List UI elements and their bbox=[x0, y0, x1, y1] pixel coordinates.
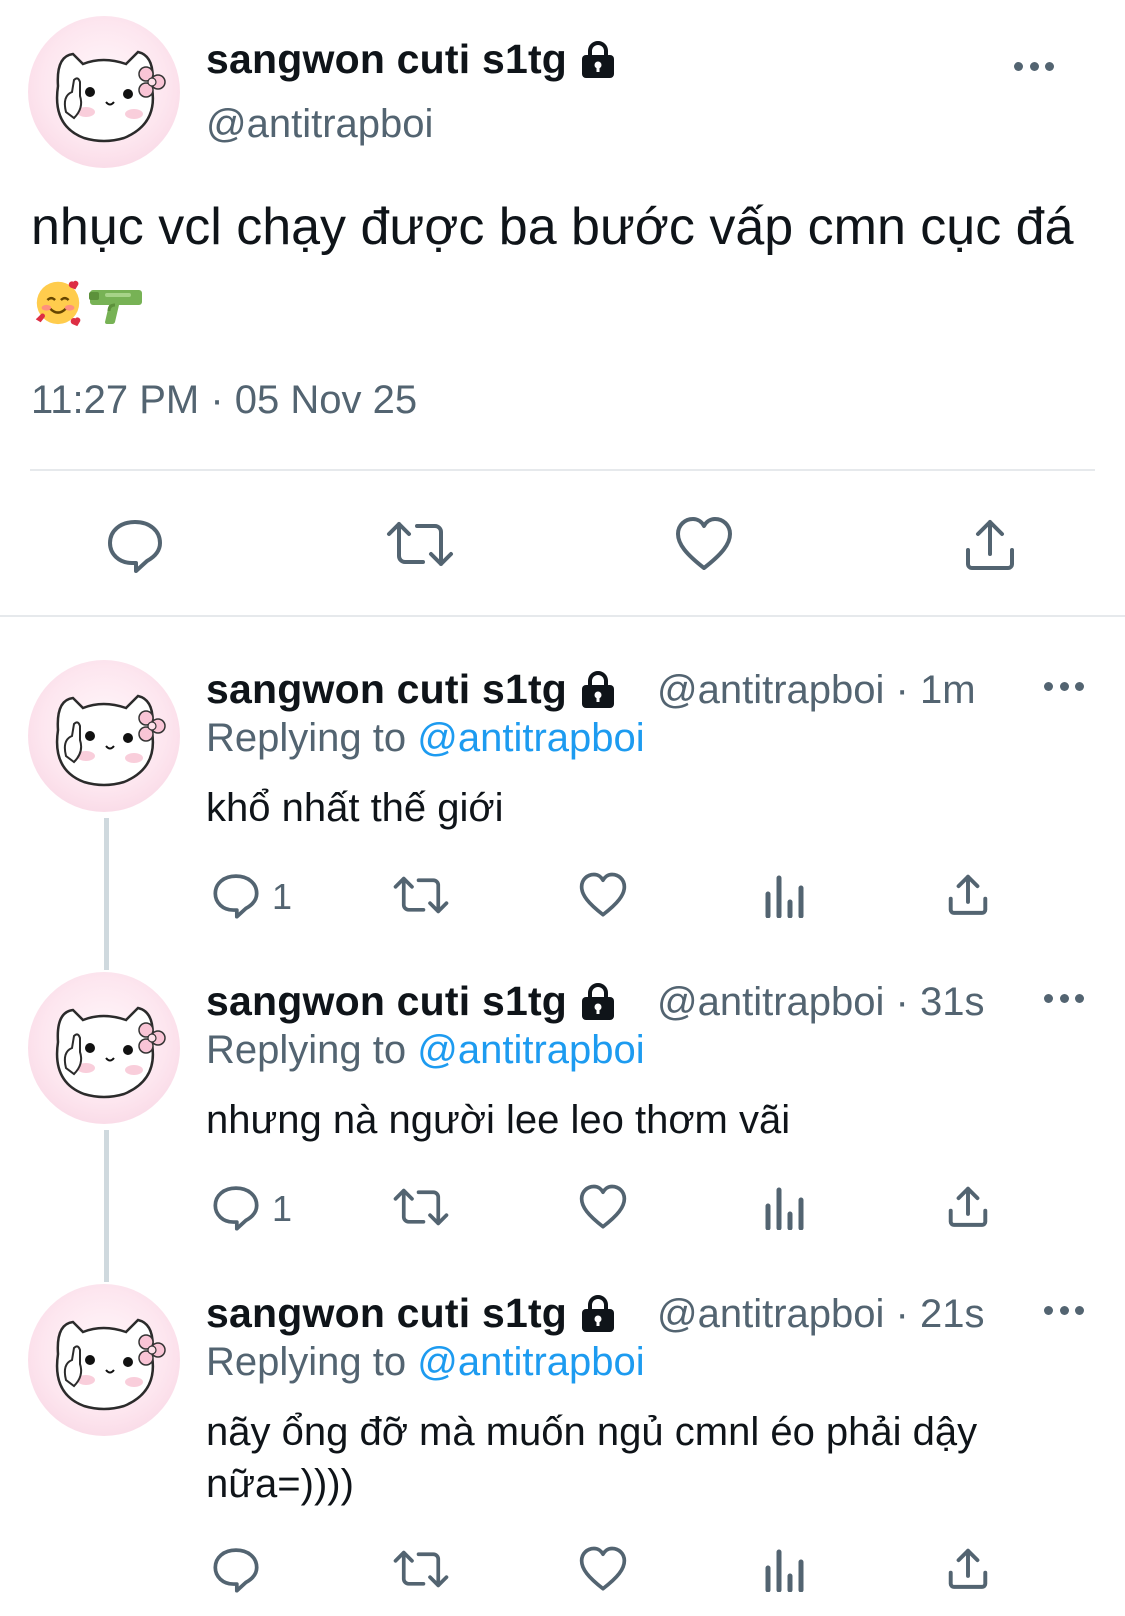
display-name[interactable]: sangwon cuti s1tg bbox=[206, 1290, 617, 1337]
smiling-face-with-hearts-icon bbox=[31, 274, 85, 348]
handle[interactable]: @antitrapboi bbox=[206, 102, 433, 147]
views-icon[interactable] bbox=[764, 872, 806, 918]
retweet-icon[interactable] bbox=[392, 1184, 450, 1230]
display-name[interactable]: sangwon cuti s1tg bbox=[206, 666, 617, 713]
reply-handle-time[interactable]: @antitrapboi · 1m bbox=[657, 668, 976, 713]
more-icon[interactable] bbox=[1044, 1304, 1084, 1316]
reply-count: 1 bbox=[272, 876, 293, 917]
replying-label: Replying to bbox=[206, 716, 418, 760]
more-icon[interactable] bbox=[1014, 60, 1054, 72]
reply-icon[interactable] bbox=[212, 1546, 260, 1594]
water-pistol-icon bbox=[85, 274, 145, 348]
tweet-timestamp[interactable]: 11:27 PM · 05 Nov 25 bbox=[31, 378, 417, 423]
display-name[interactable]: sangwon cuti s1tg bbox=[206, 978, 617, 1025]
lock-icon bbox=[579, 982, 617, 1022]
share-icon[interactable] bbox=[946, 1546, 990, 1590]
hello-kitty-avatar-image bbox=[55, 1318, 166, 1411]
replying-mention-link[interactable]: @antitrapboi bbox=[417, 716, 644, 760]
lock-icon bbox=[579, 40, 617, 80]
replying-label: Replying to bbox=[206, 1028, 418, 1072]
retweet-icon[interactable] bbox=[392, 1546, 450, 1592]
thread-line bbox=[104, 1130, 109, 1282]
views-icon[interactable] bbox=[764, 1184, 806, 1230]
reply-icon[interactable] bbox=[212, 872, 260, 920]
hello-kitty-avatar-image bbox=[55, 50, 166, 143]
retweet-icon[interactable] bbox=[392, 872, 450, 918]
display-name-text[interactable]: sangwon cuti s1tg bbox=[206, 666, 567, 713]
thread-line bbox=[104, 818, 109, 970]
share-icon[interactable] bbox=[946, 872, 990, 916]
hello-kitty-avatar-image bbox=[55, 694, 166, 787]
avatar[interactable] bbox=[28, 16, 180, 168]
replying-to: Replying to @antitrapboi bbox=[206, 1028, 645, 1073]
replying-mention-link[interactable]: @antitrapboi bbox=[417, 1340, 644, 1384]
reply-count: 1 bbox=[272, 1188, 293, 1229]
tweet-text: nhục vcl chạy được ba bước vấp cmn cục đ… bbox=[31, 190, 1096, 348]
more-icon[interactable] bbox=[1044, 680, 1084, 692]
lock-icon bbox=[579, 670, 617, 710]
avatar[interactable] bbox=[28, 972, 180, 1124]
display-name[interactable]: sangwon cuti s1tg bbox=[206, 36, 617, 83]
reply-text: nãy ổng đỡ mà muốn ngủ cmnl éo phải dậy … bbox=[206, 1410, 978, 1506]
hello-kitty-avatar-image bbox=[55, 1006, 166, 1099]
like-icon[interactable] bbox=[578, 1184, 628, 1230]
like-icon[interactable] bbox=[578, 872, 628, 918]
reply-text: nhưng nà người lee leo thơm vãi bbox=[206, 1098, 791, 1142]
share-icon[interactable] bbox=[962, 516, 1018, 572]
share-icon[interactable] bbox=[946, 1184, 990, 1228]
replying-label: Replying to bbox=[206, 1340, 418, 1384]
replying-mention-link[interactable]: @antitrapboi bbox=[417, 1028, 644, 1072]
replying-to: Replying to @antitrapboi bbox=[206, 716, 645, 761]
reply-icon[interactable] bbox=[212, 1184, 260, 1232]
like-icon[interactable] bbox=[578, 1546, 628, 1592]
more-icon[interactable] bbox=[1044, 992, 1084, 1004]
display-name-text[interactable]: sangwon cuti s1tg bbox=[206, 36, 567, 83]
retweet-icon[interactable] bbox=[385, 516, 455, 572]
section-divider bbox=[0, 615, 1125, 617]
reply-text: khổ nhất thế giới bbox=[206, 786, 504, 830]
lock-icon bbox=[579, 1294, 617, 1334]
display-name-text[interactable]: sangwon cuti s1tg bbox=[206, 978, 567, 1025]
like-icon[interactable] bbox=[674, 516, 734, 572]
reply-handle-time[interactable]: @antitrapboi · 21s bbox=[657, 1292, 984, 1337]
divider bbox=[30, 469, 1095, 471]
display-name-text[interactable]: sangwon cuti s1tg bbox=[206, 1290, 567, 1337]
views-icon[interactable] bbox=[764, 1546, 806, 1592]
tweet-text-content: nhục vcl chạy được ba bước vấp cmn cục đ… bbox=[31, 198, 1074, 256]
reply-handle-time[interactable]: @antitrapboi · 31s bbox=[657, 980, 984, 1025]
avatar[interactable] bbox=[28, 1284, 180, 1436]
reply-icon[interactable] bbox=[106, 518, 164, 574]
replying-to: Replying to @antitrapboi bbox=[206, 1340, 645, 1385]
avatar[interactable] bbox=[28, 660, 180, 812]
